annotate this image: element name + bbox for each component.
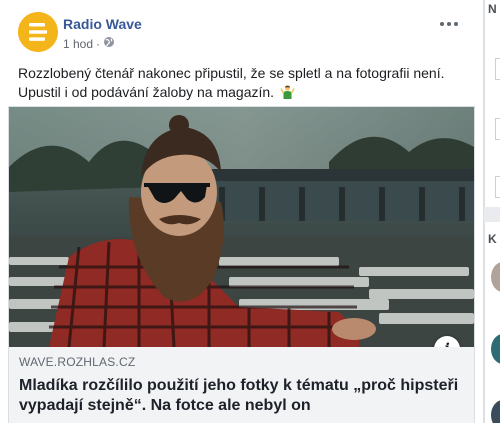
globe-icon[interactable] <box>103 36 115 51</box>
link-details[interactable]: WAVE.ROZHLAS.CZ Mladíka rozčílilo použit… <box>9 347 474 423</box>
post-meta: 1 hod · <box>63 36 115 51</box>
sidebar-heading-fragment: N <box>488 2 497 16</box>
post-header: Radio Wave 1 hod · <box>18 12 483 56</box>
link-headline[interactable]: Mladíka rozčílilo použití jeho fotky k t… <box>19 376 464 416</box>
suggestion-avatar[interactable] <box>491 334 500 364</box>
sidebar-input-fragment[interactable] <box>495 58 500 80</box>
radio-wave-logo-icon <box>18 12 58 52</box>
post-timestamp[interactable]: 1 hod <box>63 37 93 51</box>
man-gesturing-ok-emoji-icon <box>280 84 295 104</box>
post-body: Rozzlobený čtenář nakonec připustil, že … <box>18 64 468 104</box>
post-text: Rozzlobený čtenář nakonec připustil, že … <box>18 65 445 100</box>
bearded-man-photo <box>9 107 474 347</box>
link-domain: WAVE.ROZHLAS.CZ <box>19 355 136 369</box>
more-options-button[interactable] <box>437 14 461 34</box>
more-dot <box>440 22 444 26</box>
sidebar-input-fragment[interactable] <box>495 176 500 198</box>
meta-separator: · <box>96 36 101 51</box>
right-sidebar-panel-top: N <box>484 0 500 207</box>
page-avatar[interactable] <box>18 12 58 52</box>
more-dot <box>447 22 451 26</box>
sidebar-input-fragment[interactable] <box>495 118 500 140</box>
suggestion-avatar[interactable] <box>491 400 500 423</box>
more-dot <box>454 22 458 26</box>
article-photo[interactable] <box>9 107 474 347</box>
link-preview-card[interactable]: i WAVE.ROZHLAS.CZ Mladíka rozčílilo použ… <box>8 106 475 423</box>
feed-post: Radio Wave 1 hod · Rozzlobený čtenář nak… <box>0 0 484 423</box>
page-name-link[interactable]: Radio Wave <box>63 16 142 32</box>
right-sidebar-panel-bottom: K <box>484 222 500 423</box>
suggestion-avatar[interactable] <box>491 262 500 292</box>
sidebar-heading-fragment: K <box>488 232 497 246</box>
